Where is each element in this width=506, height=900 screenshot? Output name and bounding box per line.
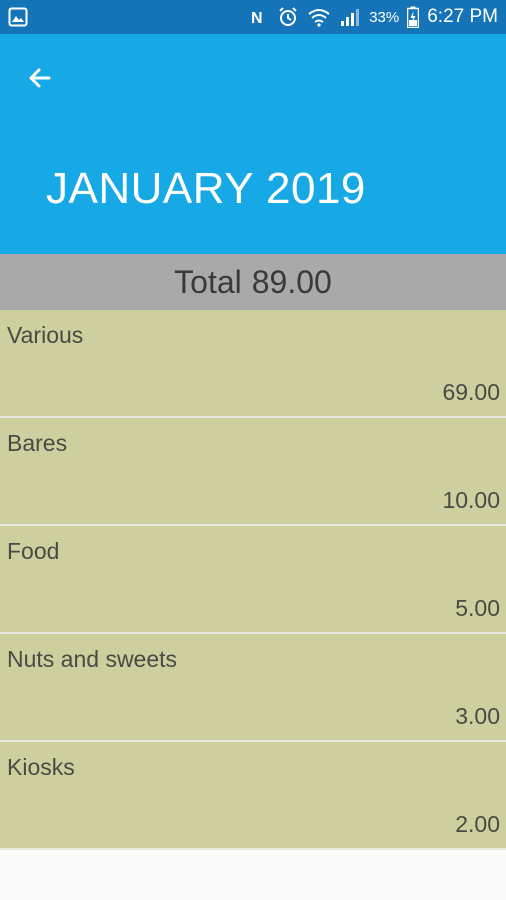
- signal-icon: [339, 7, 361, 27]
- wifi-icon: [307, 7, 331, 27]
- app-bar: JANUARY 2019: [0, 34, 506, 254]
- category-amount: 5.00: [455, 595, 500, 621]
- page-title: JANUARY 2019: [46, 164, 366, 213]
- back-button[interactable]: [18, 56, 62, 100]
- nfc-icon: N: [249, 7, 269, 27]
- category-amount: 69.00: [442, 379, 500, 405]
- list-item[interactable]: Bares 10.00: [0, 418, 506, 526]
- gallery-icon: [8, 7, 28, 27]
- category-amount: 3.00: [455, 703, 500, 729]
- list-item[interactable]: Kiosks 2.00: [0, 742, 506, 850]
- clock: 6:27 PM: [427, 6, 498, 27]
- total-value: 89.00: [251, 263, 332, 300]
- category-label: Nuts and sweets: [7, 646, 178, 672]
- battery-charging-icon: [407, 6, 420, 28]
- category-label: Various: [7, 322, 84, 348]
- list-item[interactable]: Food 5.00: [0, 526, 506, 634]
- total-bar: Total 89.00: [0, 254, 506, 310]
- list-item[interactable]: Nuts and sweets 3.00: [0, 634, 506, 742]
- arrow-left-icon: [27, 65, 53, 91]
- category-amount: 2.00: [455, 811, 500, 837]
- status-bar: N 33% 6:27 PM: [0, 0, 506, 34]
- svg-text:N: N: [251, 10, 263, 27]
- category-amount: 10.00: [442, 487, 500, 513]
- category-label: Kiosks: [7, 754, 75, 780]
- category-label: Food: [7, 538, 60, 564]
- list-item[interactable]: Various 69.00: [0, 310, 506, 418]
- total-label: Total: [174, 263, 242, 300]
- battery-percent: 33%: [369, 8, 400, 26]
- alarm-icon: [277, 6, 299, 28]
- category-label: Bares: [7, 430, 68, 456]
- category-list: Various 69.00 Bares 10.00 Food 5.00 Nuts…: [0, 310, 506, 850]
